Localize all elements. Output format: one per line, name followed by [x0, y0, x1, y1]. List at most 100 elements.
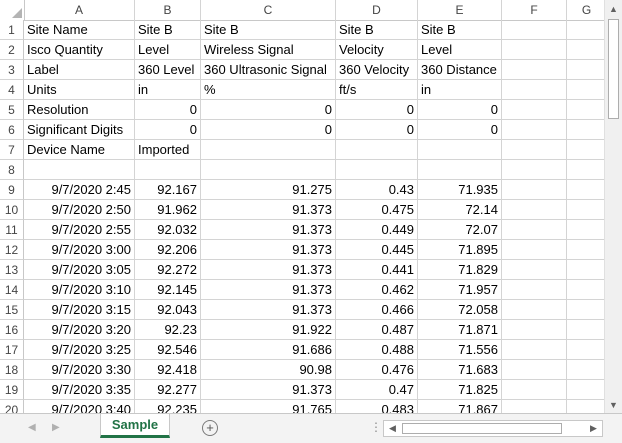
column-header-g[interactable]: G: [567, 0, 604, 20]
cell-c[interactable]: 91.922: [201, 320, 336, 340]
cell-c[interactable]: 91.373: [201, 240, 336, 260]
select-all-corner[interactable]: [0, 0, 25, 20]
cell-f[interactable]: [502, 220, 567, 240]
cell-g[interactable]: [567, 20, 604, 40]
column-header-f[interactable]: F: [502, 0, 567, 20]
cell-a[interactable]: 9/7/2020 3:10: [24, 280, 135, 300]
cell-b[interactable]: [135, 160, 201, 180]
cell-f[interactable]: [502, 40, 567, 60]
cell-g[interactable]: [567, 340, 604, 360]
cell-d[interactable]: 0.462: [336, 280, 418, 300]
cell-c[interactable]: 91.373: [201, 300, 336, 320]
cell-a[interactable]: 9/7/2020 3:05: [24, 260, 135, 280]
tab-split-handle-icon[interactable]: ⋮: [370, 420, 382, 434]
row-header[interactable]: 11: [0, 220, 24, 240]
cell-b[interactable]: 92.546: [135, 340, 201, 360]
row-header[interactable]: 20: [0, 400, 24, 413]
cell-d[interactable]: Site B: [336, 20, 418, 40]
cell-f[interactable]: [502, 20, 567, 40]
cell-f[interactable]: [502, 360, 567, 380]
cell-f[interactable]: [502, 80, 567, 100]
cell-g[interactable]: [567, 80, 604, 100]
cell-f[interactable]: [502, 140, 567, 160]
cell-d[interactable]: 0.445: [336, 240, 418, 260]
cell-d[interactable]: [336, 160, 418, 180]
cell-g[interactable]: [567, 180, 604, 200]
cell-g[interactable]: [567, 220, 604, 240]
row-header[interactable]: 12: [0, 240, 24, 260]
cell-a[interactable]: 9/7/2020 3:15: [24, 300, 135, 320]
cell-e[interactable]: 71.825: [418, 380, 502, 400]
cell-b[interactable]: Level: [135, 40, 201, 60]
sheet-nav-next-icon[interactable]: ▶: [52, 422, 60, 433]
spreadsheet-grid[interactable]: A B C D E F G 1 Site Name Site B Site B Site…: [0, 0, 604, 413]
row-header[interactable]: 13: [0, 260, 24, 280]
cell-c[interactable]: [201, 140, 336, 160]
cell-e[interactable]: Level: [418, 40, 502, 60]
cell-b[interactable]: 92.23: [135, 320, 201, 340]
cell-f[interactable]: [502, 320, 567, 340]
cell-d[interactable]: 0.476: [336, 360, 418, 380]
cell-c[interactable]: 91.373: [201, 260, 336, 280]
cell-g[interactable]: [567, 60, 604, 80]
row-header[interactable]: 4: [0, 80, 24, 100]
cell-e[interactable]: 72.058: [418, 300, 502, 320]
cell-g[interactable]: [567, 120, 604, 140]
cell-b[interactable]: 360 Level: [135, 60, 201, 80]
cell-b[interactable]: 92.206: [135, 240, 201, 260]
row-header[interactable]: 16: [0, 320, 24, 340]
cell-b[interactable]: 92.167: [135, 180, 201, 200]
cell-a[interactable]: 9/7/2020 3:00: [24, 240, 135, 260]
cell-a[interactable]: 9/7/2020 2:45: [24, 180, 135, 200]
cell-b[interactable]: 0: [135, 120, 201, 140]
cell-a[interactable]: Resolution: [24, 100, 135, 120]
cell-g[interactable]: [567, 200, 604, 220]
cell-b[interactable]: 92.032: [135, 220, 201, 240]
row-header[interactable]: 18: [0, 360, 24, 380]
cell-b[interactable]: 92.418: [135, 360, 201, 380]
cell-e[interactable]: 0: [418, 120, 502, 140]
cell-f[interactable]: [502, 340, 567, 360]
row-header[interactable]: 8: [0, 160, 24, 180]
cell-c[interactable]: 91.373: [201, 200, 336, 220]
cell-b[interactable]: 92.145: [135, 280, 201, 300]
cell-c[interactable]: 91.275: [201, 180, 336, 200]
scroll-right-icon[interactable]: ▶: [585, 421, 602, 436]
cell-e[interactable]: Site B: [418, 20, 502, 40]
cell-e[interactable]: 71.871: [418, 320, 502, 340]
cell-g[interactable]: [567, 140, 604, 160]
cell-f[interactable]: [502, 60, 567, 80]
scroll-left-icon[interactable]: ◀: [384, 421, 401, 436]
cell-g[interactable]: [567, 100, 604, 120]
row-header[interactable]: 6: [0, 120, 24, 140]
cell-e[interactable]: 72.07: [418, 220, 502, 240]
cell-b[interactable]: 92.277: [135, 380, 201, 400]
cell-f[interactable]: [502, 160, 567, 180]
cell-b[interactable]: 92.235: [135, 400, 201, 413]
vertical-scrollbar[interactable]: ▲ ▼: [604, 0, 622, 413]
cell-g[interactable]: [567, 320, 604, 340]
cell-a[interactable]: 9/7/2020 3:40: [24, 400, 135, 413]
cell-a[interactable]: 9/7/2020 3:30: [24, 360, 135, 380]
row-header[interactable]: 10: [0, 200, 24, 220]
cell-d[interactable]: 360 Velocity: [336, 60, 418, 80]
cell-c[interactable]: 91.686: [201, 340, 336, 360]
row-header[interactable]: 7: [0, 140, 24, 160]
cell-d[interactable]: 0.47: [336, 380, 418, 400]
cell-a[interactable]: 9/7/2020 3:35: [24, 380, 135, 400]
sheet-tab-sample[interactable]: Sample: [100, 414, 170, 438]
cell-a[interactable]: 9/7/2020 3:25: [24, 340, 135, 360]
cell-a[interactable]: 9/7/2020 2:50: [24, 200, 135, 220]
cell-b[interactable]: 91.962: [135, 200, 201, 220]
cell-g[interactable]: [567, 360, 604, 380]
column-header-d[interactable]: D: [336, 0, 418, 20]
cell-e[interactable]: 71.957: [418, 280, 502, 300]
column-header-b[interactable]: B: [135, 0, 201, 20]
column-header-c[interactable]: C: [201, 0, 336, 20]
cell-c[interactable]: 91.373: [201, 380, 336, 400]
cell-c[interactable]: [201, 160, 336, 180]
cell-e[interactable]: [418, 160, 502, 180]
cell-a[interactable]: Units: [24, 80, 135, 100]
cell-d[interactable]: 0.475: [336, 200, 418, 220]
cell-e[interactable]: [418, 140, 502, 160]
